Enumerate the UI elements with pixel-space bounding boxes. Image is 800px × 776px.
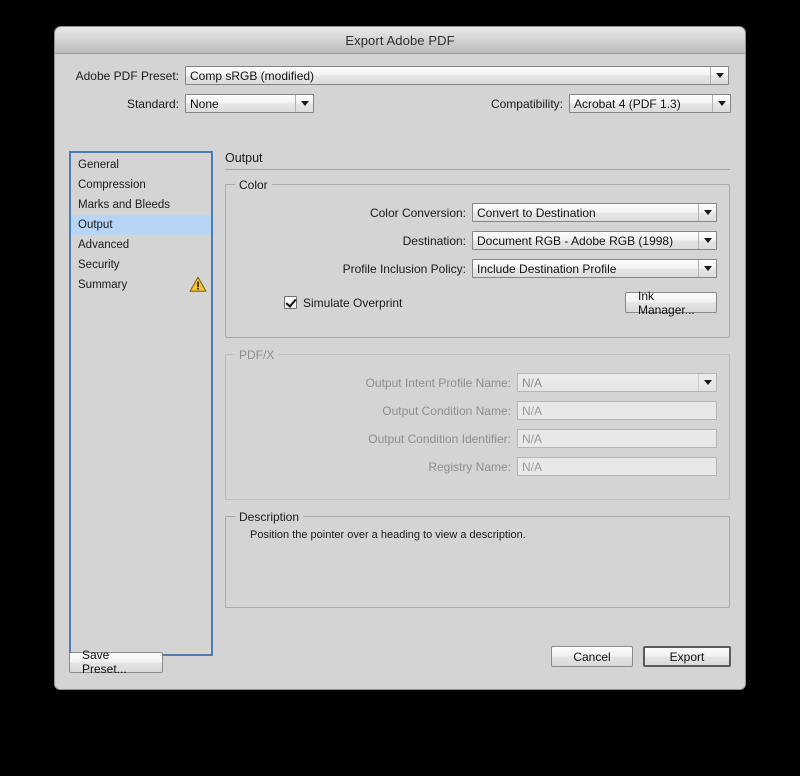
output-condition-identifier-label: Output Condition Identifier: xyxy=(368,431,511,446)
sidebar-item-label: Security xyxy=(78,259,120,271)
color-conversion-row: Color Conversion: Convert to Destination xyxy=(226,203,729,222)
chevron-down-icon[interactable] xyxy=(698,232,716,249)
color-conversion-label: Color Conversion: xyxy=(369,205,466,220)
sidebar-item-label: Marks and Bleeds xyxy=(78,199,171,211)
warning-icon xyxy=(189,276,207,296)
compatibility-label: Compatibility: xyxy=(490,96,563,111)
page-title-divider xyxy=(225,169,730,170)
sidebar-item-label: General xyxy=(78,159,119,171)
destination-label: Destination: xyxy=(402,233,466,248)
destination-row: Destination: Document RGB - Adobe RGB (1… xyxy=(226,231,729,250)
pdfx-group: PDF/X Output Intent Profile Name: N/A Ou… xyxy=(225,348,730,500)
chevron-down-icon xyxy=(698,374,716,391)
output-condition-name-input: N/A xyxy=(517,401,717,420)
registry-name-row: Registry Name: N/A xyxy=(226,457,729,476)
standard-select[interactable]: None xyxy=(185,94,314,113)
compatibility-value: Acrobat 4 (PDF 1.3) xyxy=(574,96,681,111)
registry-name-value: N/A xyxy=(522,459,543,474)
chevron-down-icon[interactable] xyxy=(295,95,313,112)
destination-select[interactable]: Document RGB - Adobe RGB (1998) xyxy=(472,231,717,250)
output-condition-name-row: Output Condition Name: N/A xyxy=(226,401,729,420)
sidebar-item-label: Summary xyxy=(78,279,128,291)
settings-category-list[interactable]: General Compression Marks and Bleeds Out… xyxy=(69,151,213,656)
standard-row: Standard: None xyxy=(69,94,314,113)
destination-value: Document RGB - Adobe RGB (1998) xyxy=(477,233,674,248)
chevron-down-icon[interactable] xyxy=(712,95,730,112)
save-preset-button[interactable]: Save Preset... xyxy=(69,648,163,676)
export-button[interactable]: Export xyxy=(643,646,731,667)
dialog-body: Adobe PDF Preset: Comp sRGB (modified) S… xyxy=(55,54,745,689)
output-intent-profile-name-label: Output Intent Profile Name: xyxy=(365,375,511,390)
sidebar-item-summary[interactable]: Summary xyxy=(71,275,211,295)
page-title: Output xyxy=(225,151,263,165)
output-pane: Output Color Color Conversion: Convert t… xyxy=(225,151,730,624)
description-group: Description Position the pointer over a … xyxy=(225,510,730,608)
ink-manager-button[interactable]: Ink Manager... xyxy=(625,289,717,317)
simulate-overprint-label: Simulate Overprint xyxy=(303,295,403,310)
output-condition-name-value: N/A xyxy=(522,403,543,418)
output-condition-identifier-value: N/A xyxy=(522,431,543,446)
color-conversion-value: Convert to Destination xyxy=(477,205,596,220)
compatibility-row: Compatibility: Acrobat 4 (PDF 1.3) xyxy=(475,94,731,113)
sidebar-item-marks-and-bleeds[interactable]: Marks and Bleeds xyxy=(71,195,211,215)
profile-inclusion-policy-row: Profile Inclusion Policy: Include Destin… xyxy=(226,259,729,278)
standard-value: None xyxy=(190,96,219,111)
checkmark-icon[interactable] xyxy=(284,296,297,309)
output-intent-profile-name-row: Output Intent Profile Name: N/A xyxy=(226,373,729,392)
sidebar-item-label: Advanced xyxy=(78,239,130,251)
output-intent-profile-name-select: N/A xyxy=(517,373,717,392)
cancel-button[interactable]: Cancel xyxy=(551,646,633,667)
profile-inclusion-policy-label: Profile Inclusion Policy: xyxy=(342,261,466,276)
compatibility-select[interactable]: Acrobat 4 (PDF 1.3) xyxy=(569,94,731,113)
output-condition-identifier-input: N/A xyxy=(517,429,717,448)
footer-left: Save Preset... xyxy=(69,646,163,676)
registry-name-input: N/A xyxy=(517,457,717,476)
overprint-row: Simulate Overprint Ink Manager... xyxy=(226,289,729,317)
chevron-down-icon[interactable] xyxy=(710,67,728,84)
color-group: Color Color Conversion: Convert to Desti… xyxy=(225,178,730,338)
simulate-overprint-checkbox[interactable]: Simulate Overprint xyxy=(284,296,402,310)
pdfx-group-legend: PDF/X xyxy=(235,348,279,362)
dialog-title: Export Adobe PDF xyxy=(345,32,455,48)
output-condition-name-label: Output Condition Name: xyxy=(382,403,511,418)
profile-inclusion-policy-value: Include Destination Profile xyxy=(477,261,617,276)
footer-right: Cancel Export xyxy=(551,646,731,667)
standard-label: Standard: xyxy=(126,96,179,111)
adobe-pdf-preset-value: Comp sRGB (modified) xyxy=(190,68,315,83)
preset-row: Adobe PDF Preset: Comp sRGB (modified) xyxy=(69,66,731,85)
sidebar-item-label: Compression xyxy=(78,179,146,191)
sidebar-item-compression[interactable]: Compression xyxy=(71,175,211,195)
chevron-down-icon[interactable] xyxy=(698,204,716,221)
export-adobe-pdf-dialog: Export Adobe PDF Adobe PDF Preset: Comp … xyxy=(55,27,745,689)
color-group-legend: Color xyxy=(235,178,272,192)
adobe-pdf-preset-select[interactable]: Comp sRGB (modified) xyxy=(185,66,729,85)
chevron-down-icon[interactable] xyxy=(698,260,716,277)
output-condition-identifier-row: Output Condition Identifier: N/A xyxy=(226,429,729,448)
sidebar-item-general[interactable]: General xyxy=(71,155,211,175)
dialog-titlebar[interactable]: Export Adobe PDF xyxy=(55,27,745,54)
output-intent-profile-name-value: N/A xyxy=(522,375,543,390)
preset-label: Adobe PDF Preset: xyxy=(75,68,179,83)
registry-name-label: Registry Name: xyxy=(428,459,511,474)
sidebar-item-output[interactable]: Output xyxy=(71,215,211,235)
sidebar-item-security[interactable]: Security xyxy=(71,255,211,275)
sidebar-item-advanced[interactable]: Advanced xyxy=(71,235,211,255)
profile-inclusion-policy-select[interactable]: Include Destination Profile xyxy=(472,259,717,278)
color-conversion-select[interactable]: Convert to Destination xyxy=(472,203,717,222)
dialog-footer: Save Preset... Cancel Export xyxy=(55,637,745,689)
sidebar-item-label: Output xyxy=(78,219,113,231)
description-group-legend: Description xyxy=(235,510,304,524)
